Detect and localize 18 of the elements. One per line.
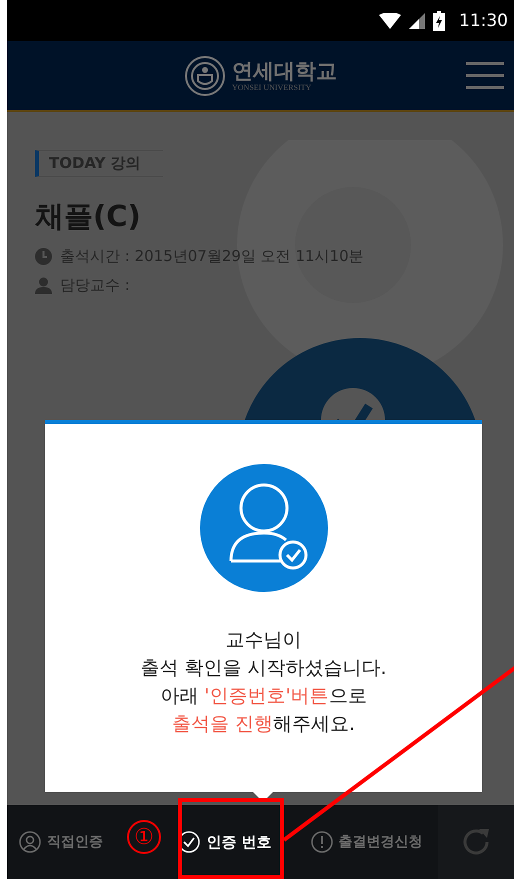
person-icon <box>19 831 41 853</box>
university-emblem-icon <box>184 54 226 96</box>
signal-icon <box>409 12 425 28</box>
university-name: 연세대학교 <box>232 59 337 83</box>
step-marker: ① <box>127 820 161 854</box>
university-name-english: YONSEI UNIVERSITY <box>232 83 312 92</box>
dialog-message: 교수님이 출석 확인을 시작하셨습니다. 아래 '인증번호'버튼으로 출석을 진행해주세요. <box>140 628 387 737</box>
lecture-title: 채플(C) <box>35 198 141 235</box>
clock-icon <box>35 248 52 265</box>
wifi-icon <box>379 12 401 28</box>
bottom-tab[interactable]: 직접인증 <box>7 805 115 879</box>
person-icon <box>35 277 52 294</box>
battery-icon <box>433 10 445 30</box>
alert-icon <box>310 831 332 853</box>
menu-icon[interactable] <box>466 62 504 90</box>
status-time: 11:30 <box>459 10 508 30</box>
bottom-tab[interactable]: 출결변경신청 <box>295 805 438 879</box>
user-check-icon <box>198 464 330 592</box>
